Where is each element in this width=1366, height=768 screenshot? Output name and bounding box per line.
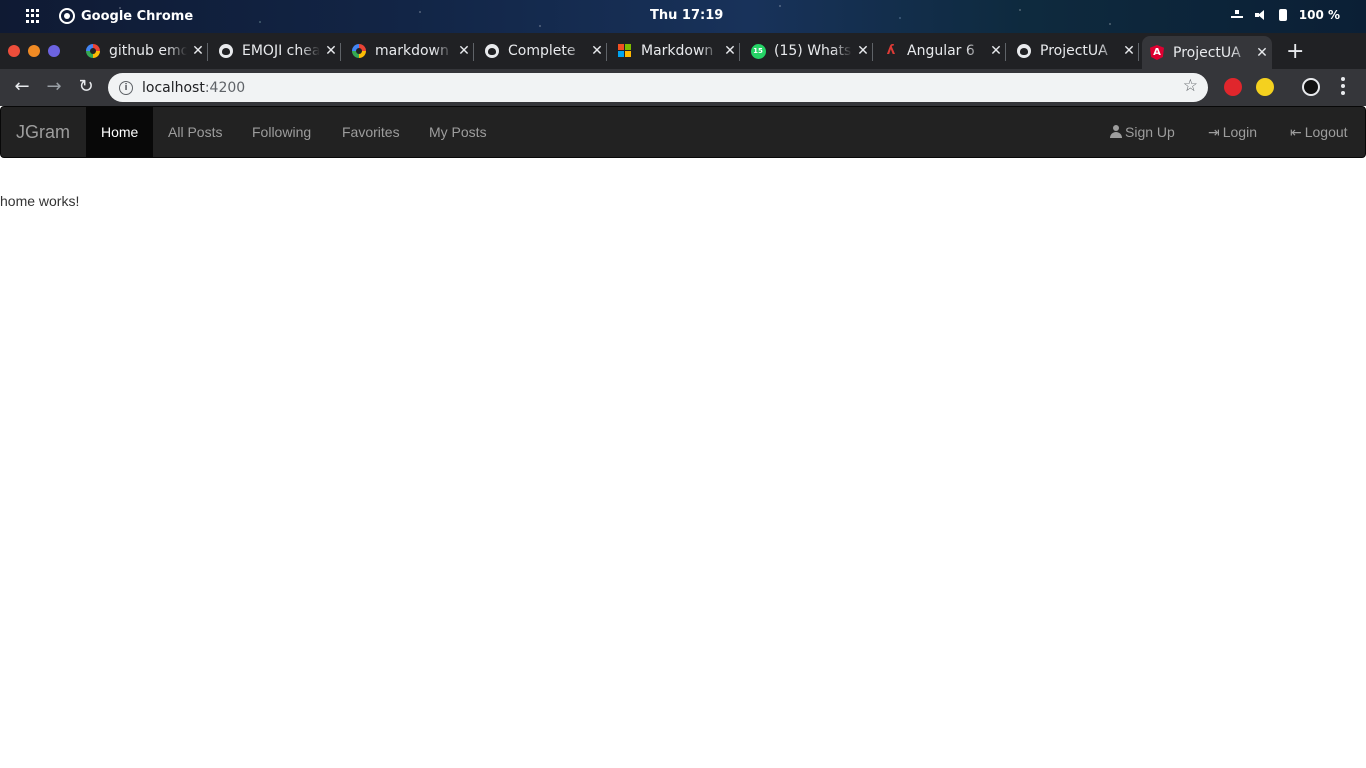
back-arrow-icon[interactable]: ← xyxy=(10,75,34,99)
tab-divider xyxy=(739,43,740,61)
nav-item-following[interactable]: Following xyxy=(237,107,326,157)
browser-tab[interactable]: 15 (15) WhatsApp ✕ xyxy=(743,36,873,66)
nav-item-my-posts[interactable]: My Posts xyxy=(414,107,502,157)
tab-title: ProjectUA xyxy=(1173,44,1241,61)
navbar-brand[interactable]: JGram xyxy=(16,122,70,143)
user-icon xyxy=(1110,125,1122,138)
close-tab-icon[interactable]: ✕ xyxy=(723,43,737,59)
close-window-button[interactable] xyxy=(8,45,20,57)
network-icon xyxy=(1230,10,1243,20)
tab-title: (15) WhatsApp xyxy=(774,43,852,59)
browser-tab[interactable]: markdown ✕ xyxy=(344,36,474,66)
close-tab-icon[interactable]: ✕ xyxy=(590,43,604,59)
tab-title: github emoji xyxy=(109,43,187,59)
tab-title: ProjectUA xyxy=(1040,43,1108,59)
extension-icon[interactable] xyxy=(1256,78,1274,96)
tab-strip: github emoji ✕ EMOJI cheat sheet ✕ markd… xyxy=(0,33,1366,69)
tab-title: Angular 6 xyxy=(907,43,975,59)
google-icon xyxy=(352,44,366,58)
angular-logo-icon: A xyxy=(1150,45,1164,60)
tab-divider xyxy=(473,43,474,61)
close-tab-icon[interactable]: ✕ xyxy=(1255,45,1269,61)
nav-item-home[interactable]: Home xyxy=(86,107,154,157)
tab-divider xyxy=(207,43,208,61)
signup-link[interactable]: Sign Up xyxy=(1095,107,1190,157)
chrome-icon xyxy=(59,8,75,24)
close-tab-icon[interactable]: ✕ xyxy=(856,43,870,59)
angular-icon: ʎ xyxy=(886,43,896,58)
tab-divider xyxy=(1138,43,1139,61)
github-icon xyxy=(485,44,499,58)
github-icon xyxy=(219,44,233,58)
home-message: home works! xyxy=(0,193,80,209)
signup-label: Sign Up xyxy=(1125,124,1175,140)
browser-tab-active[interactable]: A ProjectUA ✕ xyxy=(1142,36,1272,69)
tab-title: Complete xyxy=(508,43,576,59)
url-port: :4200 xyxy=(204,79,246,96)
tab-divider xyxy=(606,43,607,61)
microsoft-icon xyxy=(618,44,632,58)
logout-icon: ⇤ xyxy=(1290,124,1302,140)
whatsapp-icon: 15 xyxy=(750,43,766,59)
browser-tab[interactable]: EMOJI cheat sheet ✕ xyxy=(211,36,341,66)
tab-title: EMOJI cheat sheet xyxy=(242,43,320,59)
close-tab-icon[interactable]: ✕ xyxy=(457,43,471,59)
clock[interactable]: Thu 17:19 xyxy=(650,8,723,23)
tab-divider xyxy=(872,43,873,61)
window-controls xyxy=(8,45,60,57)
adblock-extension-icon[interactable] xyxy=(1224,78,1242,96)
close-tab-icon[interactable]: ✕ xyxy=(989,43,1003,59)
browser-tab[interactable]: ʎ Angular 6 ✕ xyxy=(876,36,1006,66)
tab-title: markdown xyxy=(375,43,449,59)
close-tab-icon[interactable]: ✕ xyxy=(324,43,338,59)
active-app-name: Google Chrome xyxy=(81,8,194,24)
app-grid-icon[interactable] xyxy=(26,9,40,23)
maximize-window-button[interactable] xyxy=(48,45,60,57)
nav-item-favorites[interactable]: Favorites xyxy=(327,107,415,157)
login-link[interactable]: ⇥ Login xyxy=(1193,107,1272,157)
tab-divider xyxy=(340,43,341,61)
github-icon xyxy=(1017,44,1031,58)
profile-avatar-icon[interactable] xyxy=(1302,78,1320,96)
battery-level: 100 % xyxy=(1298,8,1340,22)
reload-icon[interactable]: ↻ xyxy=(74,75,98,99)
site-navbar: JGram Home All Posts Following Favorites… xyxy=(0,106,1366,158)
new-tab-icon[interactable]: + xyxy=(1286,39,1304,64)
address-bar[interactable]: i localhost :4200 ☆ xyxy=(108,73,1208,102)
browser-tab[interactable]: Complete ✕ xyxy=(477,36,607,66)
browser-tab[interactable]: Markdown ✕ xyxy=(610,36,740,66)
system-tray[interactable]: 100 % xyxy=(1230,8,1340,22)
tab-divider xyxy=(1005,43,1006,61)
google-icon xyxy=(86,44,100,58)
close-tab-icon[interactable]: ✕ xyxy=(191,43,205,59)
nav-item-all-posts[interactable]: All Posts xyxy=(153,107,237,157)
login-label: Login xyxy=(1222,124,1257,140)
minimize-window-button[interactable] xyxy=(28,45,40,57)
forward-arrow-icon[interactable]: → xyxy=(42,75,66,99)
close-tab-icon[interactable]: ✕ xyxy=(1122,43,1136,59)
volume-icon xyxy=(1254,10,1267,20)
browser-tab[interactable]: github emoji ✕ xyxy=(78,36,208,66)
browser-tab[interactable]: ProjectUA ✕ xyxy=(1009,36,1139,66)
logout-label: Logout xyxy=(1304,124,1348,140)
bookmark-star-icon[interactable]: ☆ xyxy=(1183,76,1198,96)
url-host: localhost xyxy=(142,79,205,96)
login-icon: ⇥ xyxy=(1208,124,1220,140)
tab-title: Markdown xyxy=(641,43,714,59)
browser-toolbar: ← → ↻ i localhost :4200 ☆ xyxy=(0,69,1366,106)
os-top-bar: Google Chrome Thu 17:19 100 % xyxy=(0,0,1366,33)
site-info-icon[interactable]: i xyxy=(119,80,133,95)
battery-icon xyxy=(1278,9,1287,21)
browser-menu-icon[interactable] xyxy=(1340,77,1346,95)
active-app-menu[interactable]: Google Chrome xyxy=(59,8,193,24)
logout-link[interactable]: ⇤ Logout xyxy=(1275,107,1363,157)
